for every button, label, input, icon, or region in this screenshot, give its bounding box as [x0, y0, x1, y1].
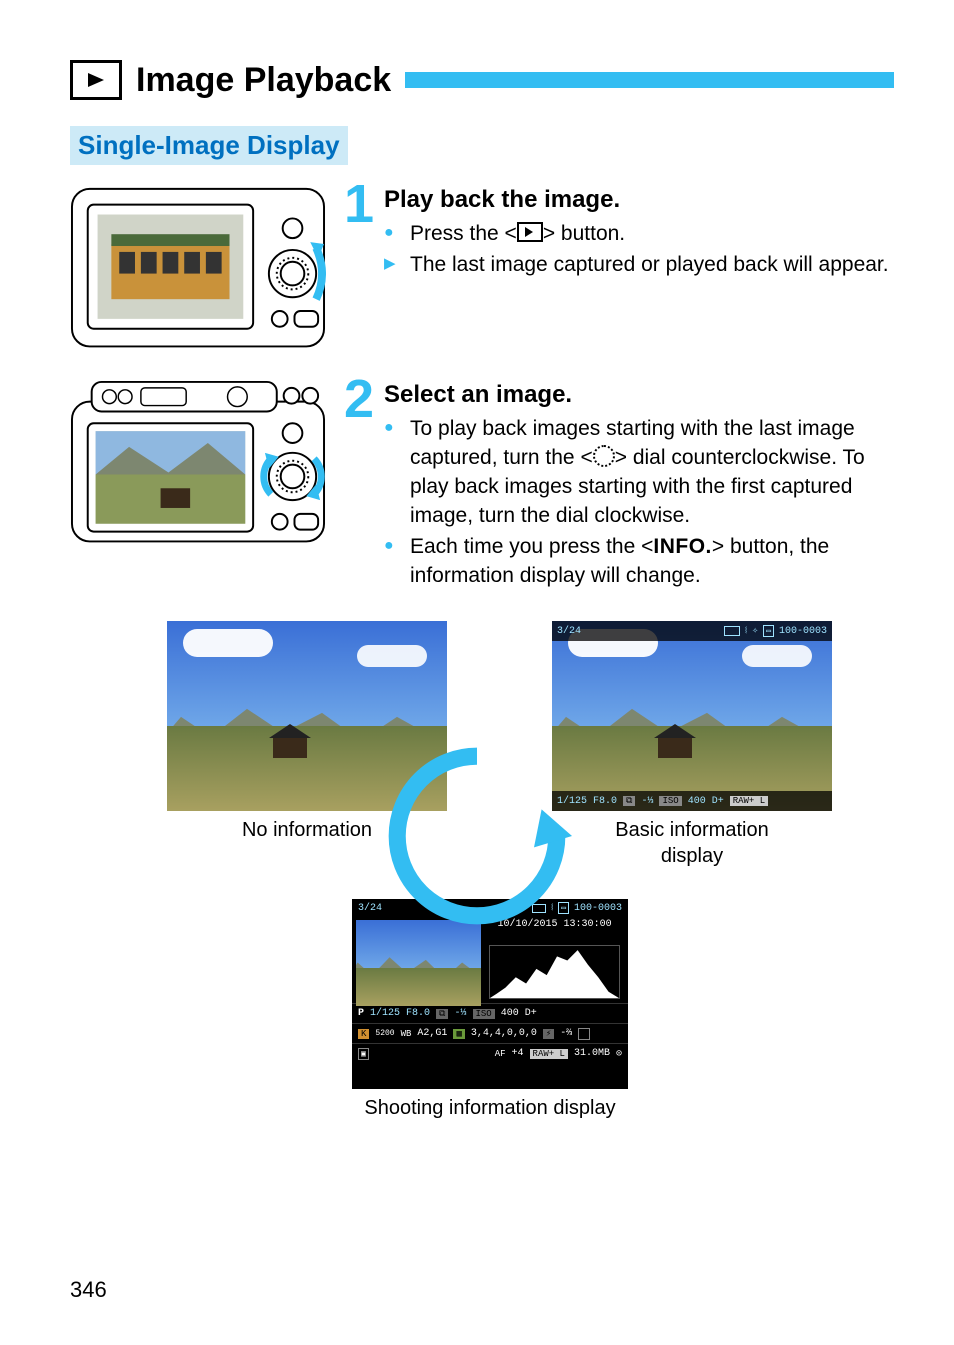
shoot-folder-file: 100-0003 [574, 903, 622, 914]
screen-basic-information: 3/24 ⧙ ✧ ▭ 100-0003 1/125 F8.0 ⧉ -⅓ ISO4… [552, 621, 832, 869]
battery-icon [724, 626, 740, 636]
step-1-heading: Play back the image. [384, 183, 894, 216]
iso-badge: ISO [473, 1009, 495, 1019]
wb-shift-label: WB [401, 1029, 412, 1039]
screen-image-basic: 3/24 ⧙ ✧ ▭ 100-0003 1/125 F8.0 ⧉ -⅓ ISO4… [552, 621, 832, 811]
shoot-af-adj: +4 [512, 1048, 524, 1059]
basic-overlay-bottom: 1/125 F8.0 ⧉ -⅓ ISO400 D+ RAW+ L [552, 791, 832, 811]
page-title-row: Image Playback [70, 60, 894, 100]
subheading: Single-Image Display [70, 126, 348, 165]
basic-comp: -⅓ [641, 796, 653, 807]
basic-frame-count: 3/24 [557, 626, 581, 637]
shoot-dplus: D+ [525, 1008, 537, 1019]
shoot-thumbnail [356, 920, 481, 1006]
protect-icon [578, 1028, 590, 1040]
info-button-label: INFO. [653, 535, 712, 558]
iso-badge: ISO [659, 796, 681, 806]
quick-control-dial-icon [593, 445, 615, 467]
shoot-flash-comp: -⅔ [560, 1028, 572, 1039]
basic-dplus: D+ [712, 796, 724, 807]
shoot-iso: 400 [501, 1008, 519, 1019]
picture-style-icon: ▦ [453, 1029, 464, 1039]
step-2-line-2: Each time you press the <INFO.> button, … [384, 533, 894, 591]
color-space-icon: ⊙ [616, 1048, 622, 1060]
shoot-shutter: 1/125 [370, 1008, 400, 1019]
page-number: 346 [70, 1277, 107, 1303]
step-2: 2 Select an image. To play back images s… [70, 378, 894, 593]
step-2-body: Select an image. To play back images sta… [384, 378, 894, 593]
shoot-row-misc: ▣ AF +4 RAW+ L 31.0MB ⊙ [352, 1043, 628, 1063]
step-number-2: 2 [342, 372, 376, 426]
shoot-frame-count: 3/24 [358, 903, 382, 914]
shoot-row-exposure: P 1/125 F8.0 ⧉ -⅓ ISO 400 D+ [352, 1003, 628, 1023]
af-microadjust-label: AF [495, 1049, 506, 1059]
screen-shooting-information: 3/24 ⧙ ▭ 100-0003 10/10/201 [352, 899, 628, 1121]
gps-icon: ✧ [752, 625, 758, 637]
basic-raw: RAW+ L [730, 796, 768, 806]
cycle-arrow-icon [382, 741, 572, 931]
flash-comp-icon: ⚡ [543, 1029, 554, 1039]
shoot-picture-style: 3,4,4,0,0,0 [471, 1028, 537, 1039]
step-1-line-2: The last image captured or played back w… [384, 251, 894, 280]
step-1-line-1: Press the <> button. [384, 220, 894, 249]
step-1-body: Play back the image. Press the <> button… [384, 183, 894, 282]
info-display-cycle: No information 3/24 ⧙ ✧ ▭ 100-0003 [112, 621, 852, 1141]
exposure-comp-icon: ⧉ [623, 796, 635, 806]
camera-illustration-2 [70, 378, 326, 545]
step-number-1: 1 [342, 177, 376, 231]
shoot-row-wb-style: K 5200 WB A2,G1 ▦ 3,4,4,0,0,0 ⚡ -⅔ [352, 1023, 628, 1043]
basic-iso: 400 [688, 796, 706, 807]
step-2-line-1: To play back images starting with the la… [384, 415, 894, 531]
play-icon [70, 60, 122, 100]
caption-basic-information: Basic information display [552, 817, 832, 869]
card-icon: ▭ [763, 625, 774, 637]
camera-illustration-1 [70, 183, 326, 350]
shoot-kelvin: 5200 [375, 1029, 394, 1038]
step-2-heading: Select an image. [384, 378, 894, 411]
shoot-mode: P [358, 1008, 364, 1019]
caption-shooting-information: Shooting information display [352, 1095, 628, 1121]
shoot-aperture: F8.0 [406, 1008, 430, 1019]
kelvin-icon: K [358, 1029, 369, 1039]
shoot-filesize: 31.0MB [574, 1048, 610, 1059]
page-title: Image Playback [136, 61, 391, 100]
step-1: 1 Play back the image. Press the <> butt… [70, 183, 894, 350]
shoot-quality: RAW+ L [530, 1049, 568, 1059]
histogram-icon [489, 945, 620, 999]
exposure-comp-icon: ⧉ [436, 1009, 448, 1019]
basic-aperture: F8.0 [593, 796, 617, 807]
playback-button-icon [517, 222, 543, 242]
wifi-icon: ⧙ [745, 625, 747, 637]
shoot-comp: -⅓ [454, 1008, 466, 1019]
shoot-wb-shift: A2,G1 [417, 1028, 447, 1039]
rating-icon: ▣ [358, 1048, 369, 1060]
title-accent-bar [405, 72, 894, 88]
basic-folder-file: 100-0003 [779, 626, 827, 637]
basic-overlay-top: 3/24 ⧙ ✧ ▭ 100-0003 [552, 621, 832, 641]
